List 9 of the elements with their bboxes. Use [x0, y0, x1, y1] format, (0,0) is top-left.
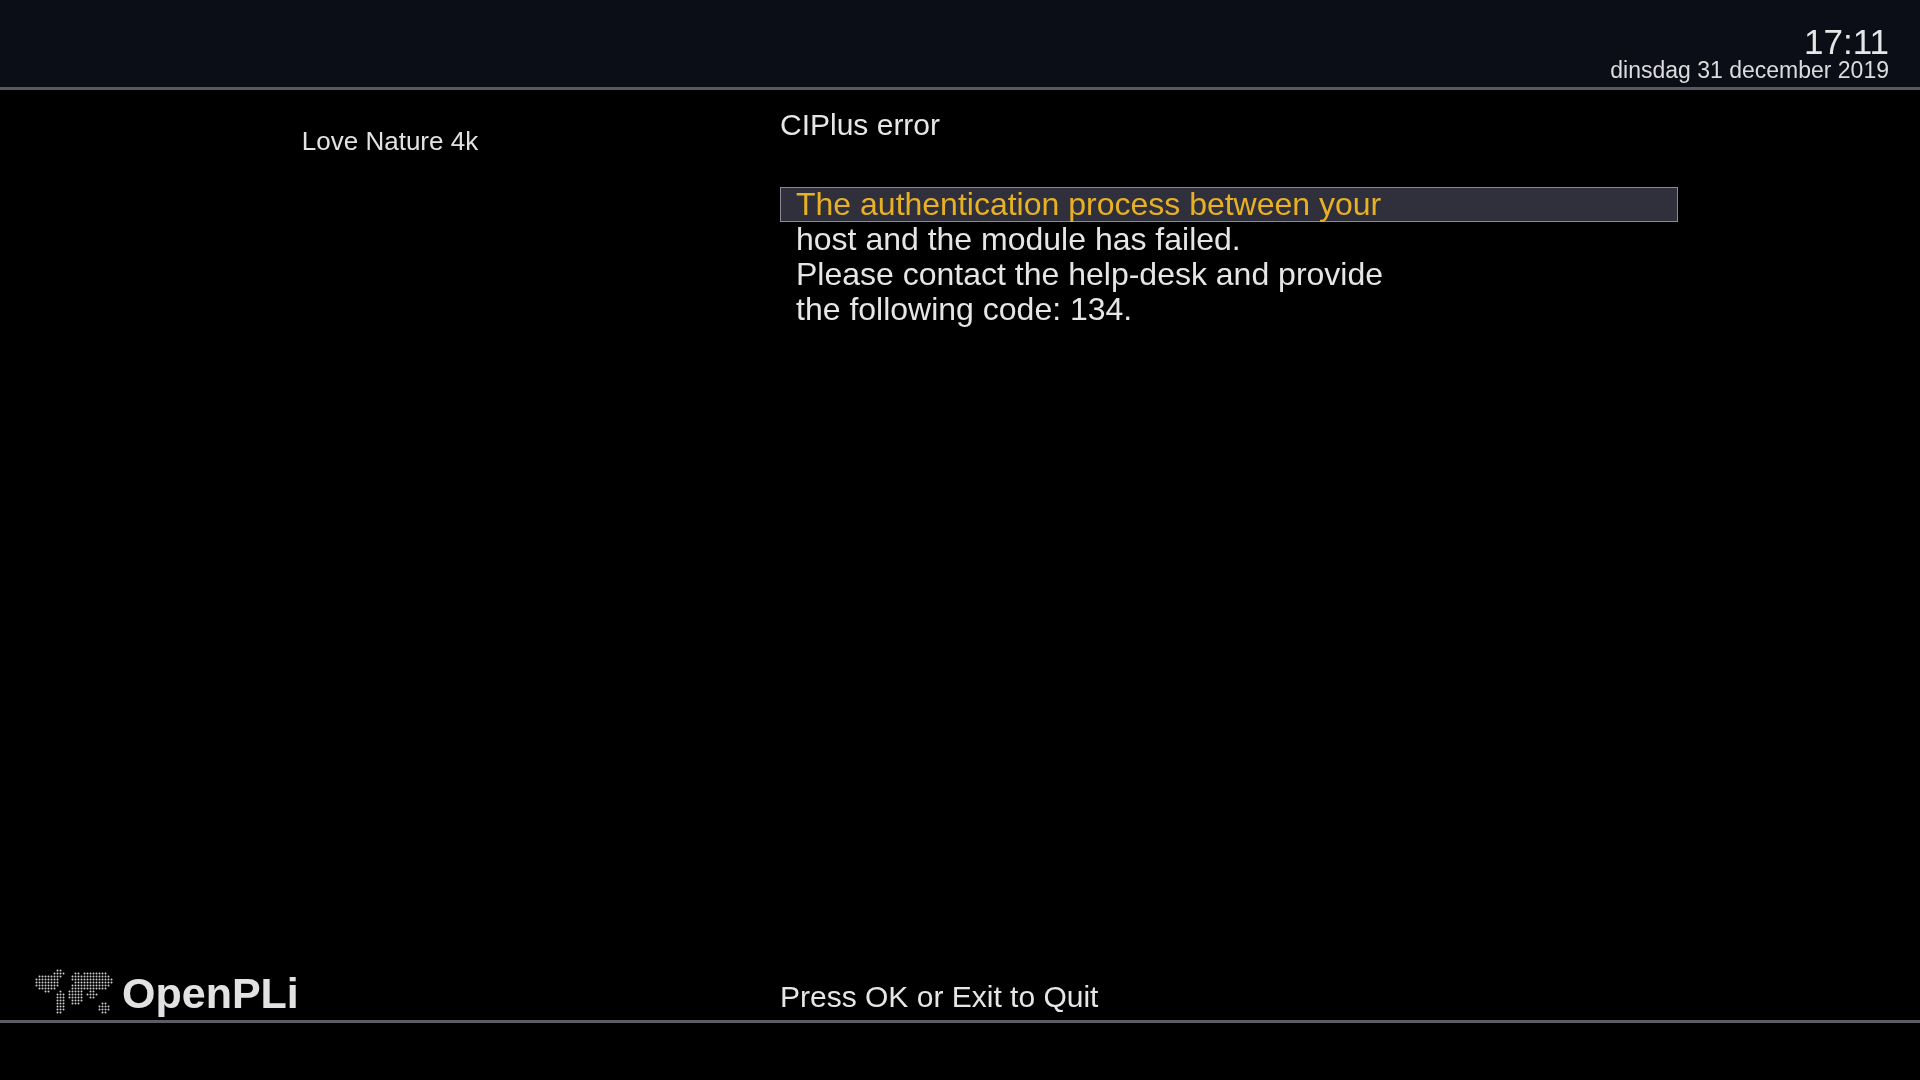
channel-name: Love Nature 4k [301, 128, 479, 154]
message-line[interactable]: host and the module has failed. [780, 222, 1678, 257]
quit-hint: Press OK or Exit to Quit [780, 980, 1099, 1013]
dialog-title: CIPlus error [780, 108, 941, 141]
message-line[interactable]: Please contact the help-desk and provide [780, 257, 1678, 292]
clock-time: 17:11 [1804, 24, 1889, 59]
message-line[interactable]: the following code: 134. [780, 292, 1678, 327]
logo-text: OpenPLi [122, 971, 299, 1015]
date-text: dinsdag 31 december 2019 [1610, 59, 1889, 82]
